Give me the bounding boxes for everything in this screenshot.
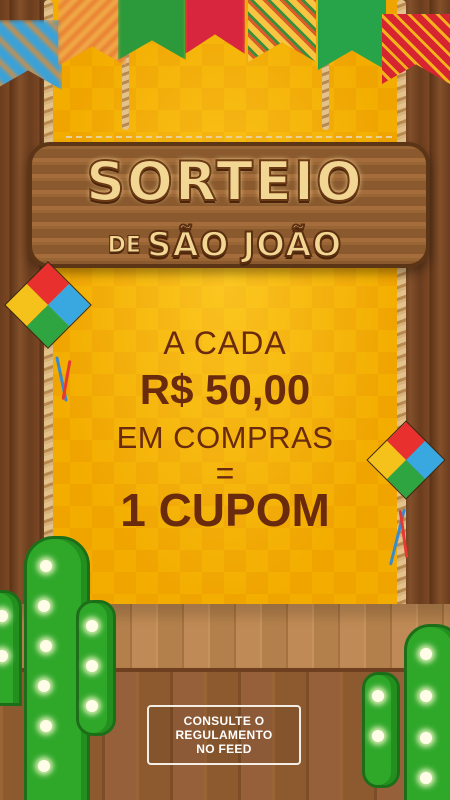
promo-coupon: 1 CUPOM <box>120 484 330 536</box>
title-prefix: DE <box>107 232 141 258</box>
title-subtitle: SÃO JOÃO <box>146 224 343 266</box>
title-subtitle-row: DE SÃO JOÃO <box>68 224 382 266</box>
promo-amount: R$ 50,00 <box>139 366 311 413</box>
promo-line-1: A CADA <box>163 325 287 361</box>
story-poster: SORTEIO DE SÃO JOÃO A CADA R$ 50,00 EM CO… <box>0 0 450 800</box>
consult-rules-button[interactable]: CONSULTE O REGULAMENTO NO FEED <box>147 705 301 765</box>
promo-line-3: EM COMPRAS <box>116 420 334 455</box>
title-main: SORTEIO <box>85 149 364 214</box>
cta-line-3: NO FEED <box>196 742 252 756</box>
cta-line-1: CONSULTE O <box>183 714 265 728</box>
cta-line-2: REGULAMENTO <box>175 728 273 742</box>
